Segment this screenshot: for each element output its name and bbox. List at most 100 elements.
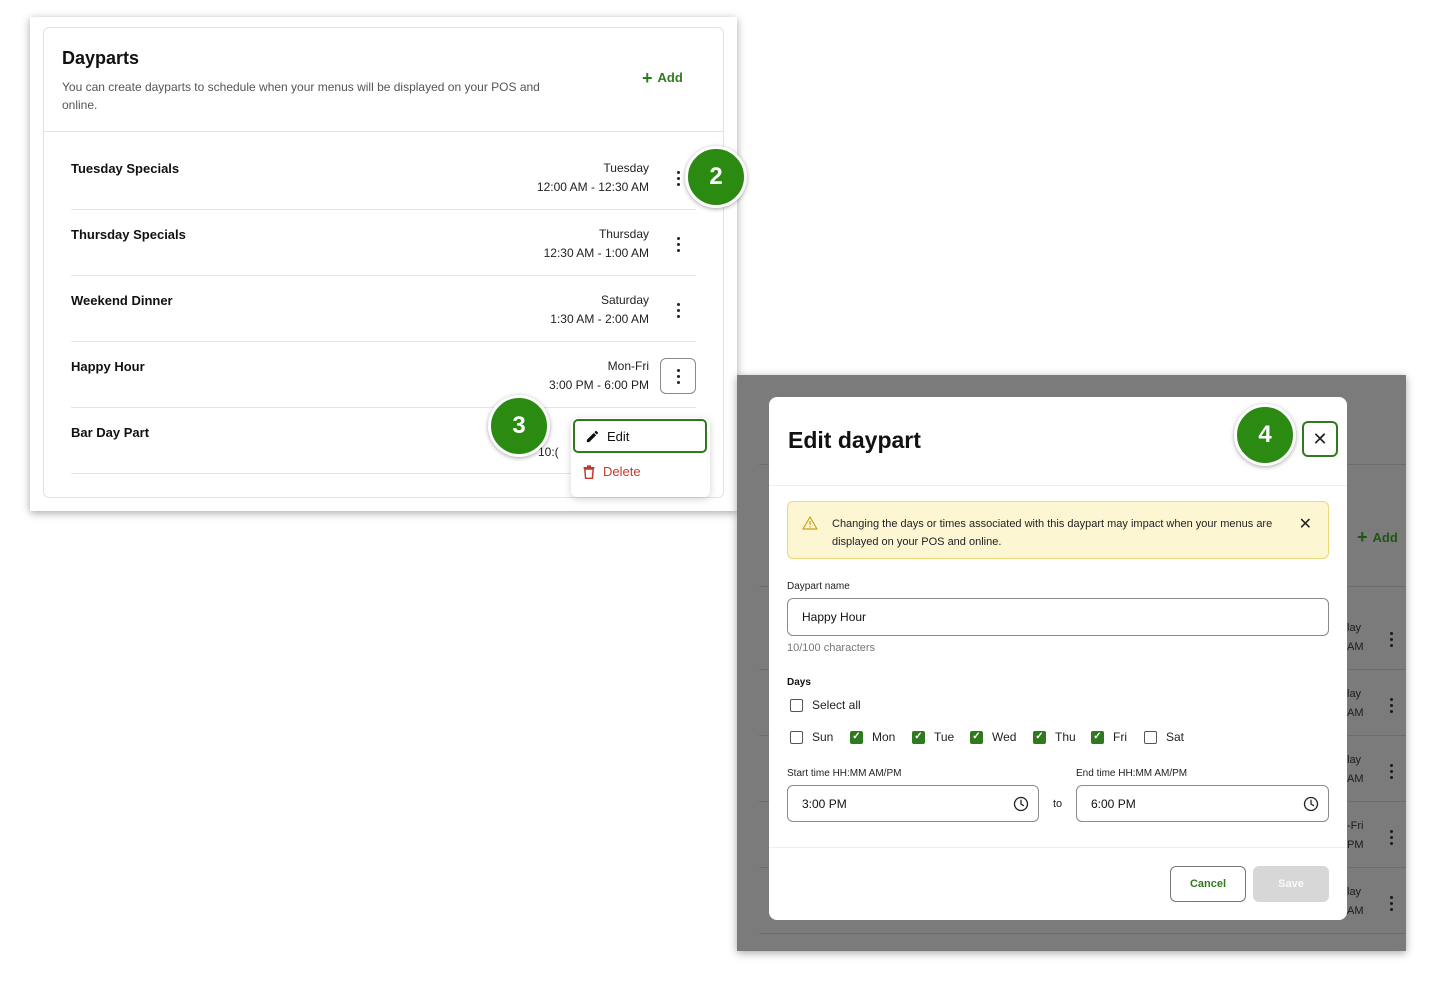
kebab-icon[interactable]	[660, 226, 696, 262]
day-label: Thu	[1055, 730, 1076, 744]
day-label: Tue	[934, 730, 955, 744]
modal-divider	[769, 847, 1347, 848]
check-icon: ✓	[970, 730, 983, 744]
checkbox-box	[790, 730, 803, 744]
page-description: You can create dayparts to schedule when…	[62, 80, 540, 112]
close-icon: ✕	[1312, 428, 1328, 449]
background-fragment: AM	[1347, 773, 1364, 785]
save-button[interactable]: Save	[1253, 866, 1329, 902]
daypart-time: 12:00 AM - 12:30 AM	[536, 180, 649, 194]
daypart-time: 12:30 AM - 1:00 AM	[543, 246, 649, 260]
background-fragment: AM	[1347, 641, 1364, 653]
day-checkbox-thu[interactable]: ✓ Thu	[1033, 730, 1076, 744]
cancel-button[interactable]: Cancel	[1170, 866, 1246, 902]
clock-icon[interactable]	[1013, 796, 1029, 812]
dismiss-alert-button[interactable]: ✕	[1299, 514, 1312, 534]
day-label: Fri	[1113, 730, 1127, 744]
select-all-label: Select all	[812, 698, 861, 712]
start-time-value: 3:00 PM	[802, 796, 847, 811]
background-row-text: lay AM	[1347, 685, 1364, 723]
kebab-icon	[1390, 632, 1393, 647]
check-icon: ✓	[850, 730, 863, 744]
plus-icon: +	[642, 67, 653, 88]
background-divider	[759, 933, 1406, 934]
step-badge-4: 4	[1234, 404, 1296, 466]
to-label: to	[1053, 798, 1063, 810]
daypart-day: Thursday	[598, 227, 649, 241]
checkbox-box	[1144, 730, 1157, 744]
day-checkbox-sun[interactable]: Sun	[790, 730, 833, 744]
daypart-name-label: Daypart name	[787, 581, 850, 592]
close-icon: ✕	[1298, 516, 1312, 533]
select-all-checkbox[interactable]: Select all	[790, 698, 861, 712]
warning-icon	[802, 516, 818, 530]
card-header: Dayparts You can create dayparts to sche…	[44, 28, 723, 132]
kebab-icon[interactable]	[660, 358, 696, 394]
end-time-label: End time HH:MM AM/PM	[1076, 768, 1188, 779]
background-fragment: AM	[1347, 707, 1364, 719]
day-checkbox-tue[interactable]: ✓ Tue	[912, 730, 954, 744]
day-checkbox-mon[interactable]: ✓ Mon	[850, 730, 895, 744]
daypart-name-input[interactable]: Happy Hour	[787, 598, 1329, 636]
daypart-day: Saturday	[600, 293, 649, 307]
end-time-input[interactable]: 6:00 PM	[1076, 785, 1329, 822]
end-time-value: 6:00 PM	[1091, 796, 1136, 811]
day-label: Wed	[992, 730, 1017, 744]
daypart-name: Thursday Specials	[71, 227, 186, 242]
kebab-icon	[1390, 764, 1393, 779]
delete-label: Delete	[603, 464, 641, 479]
check-icon: ✓	[1033, 730, 1046, 744]
modal-title: Edit daypart	[788, 427, 921, 453]
check-icon: ✓	[1091, 730, 1104, 744]
kebab-icon	[1390, 698, 1393, 713]
days-label: Days	[787, 677, 811, 688]
daypart-row[interactable]: Happy Hour Mon-Fri 3:00 PM - 6:00 PM	[71, 342, 696, 408]
character-count: 10/100 characters	[787, 642, 876, 654]
step-badge-3: 3	[488, 395, 550, 457]
menu-item-delete[interactable]: Delete	[583, 464, 641, 479]
background-row-text: lay AM	[1347, 883, 1364, 921]
background-fragment: lay	[1347, 886, 1362, 898]
kebab-icon	[1390, 830, 1393, 845]
daypart-row[interactable]: Weekend Dinner Saturday 1:30 AM - 2:00 A…	[71, 276, 696, 342]
checkbox-box	[790, 698, 803, 712]
close-modal-button[interactable]: ✕	[1302, 421, 1338, 457]
trash-icon	[583, 464, 595, 479]
daypart-time: 1:30 AM - 2:00 AM	[550, 312, 649, 326]
alert-text: Changing the days or times associated wi…	[832, 518, 1273, 548]
daypart-day: Tuesday	[603, 161, 649, 175]
daypart-name-value: Happy Hour	[802, 610, 867, 624]
kebab-icon[interactable]	[660, 292, 696, 328]
background-add-label: Add	[1372, 530, 1398, 545]
start-time-input[interactable]: 3:00 PM	[787, 785, 1039, 822]
daypart-row[interactable]: Tuesday Specials Tuesday 12:00 AM - 12:3…	[71, 144, 696, 210]
daypart-row[interactable]: Thursday Specials Thursday 12:30 AM - 1:…	[71, 210, 696, 276]
day-label: Sun	[812, 730, 834, 744]
start-time-label: Start time HH:MM AM/PM	[787, 768, 902, 779]
edit-daypart-modal: Edit daypart ✕ Changing the days or time…	[769, 397, 1347, 920]
background-row-text: -Fri PM	[1347, 817, 1364, 855]
daypart-name: Bar Day Part	[71, 425, 150, 440]
menu-item-edit[interactable]: Edit	[573, 419, 707, 453]
daypart-name: Weekend Dinner	[71, 293, 173, 308]
day-label: Sat	[1166, 730, 1185, 744]
background-add-button: + Add	[1357, 527, 1398, 548]
background-fragment: AM	[1347, 905, 1364, 917]
pencil-icon	[586, 430, 599, 442]
background-fragment: lay	[1347, 754, 1362, 766]
day-checkbox-wed[interactable]: ✓ Wed	[970, 730, 1016, 744]
edit-label: Edit	[607, 428, 630, 444]
daypart-time: 3:00 PM - 6:00 PM	[548, 378, 649, 392]
daypart-name: Happy Hour	[71, 359, 145, 374]
add-label: Add	[657, 70, 683, 85]
background-fragment: lay	[1347, 688, 1362, 700]
day-checkbox-sat[interactable]: Sat	[1144, 730, 1184, 744]
add-daypart-button[interactable]: + Add	[642, 67, 683, 88]
day-checkbox-fri[interactable]: ✓ Fri	[1091, 730, 1127, 744]
daypart-day: Mon-Fri	[607, 359, 649, 373]
check-icon: ✓	[912, 730, 925, 744]
step-badge-2: 2	[685, 146, 747, 208]
dayparts-card: Dayparts You can create dayparts to sche…	[43, 27, 724, 498]
clock-icon[interactable]	[1303, 796, 1319, 812]
background-fragment: -Fri	[1347, 820, 1364, 832]
